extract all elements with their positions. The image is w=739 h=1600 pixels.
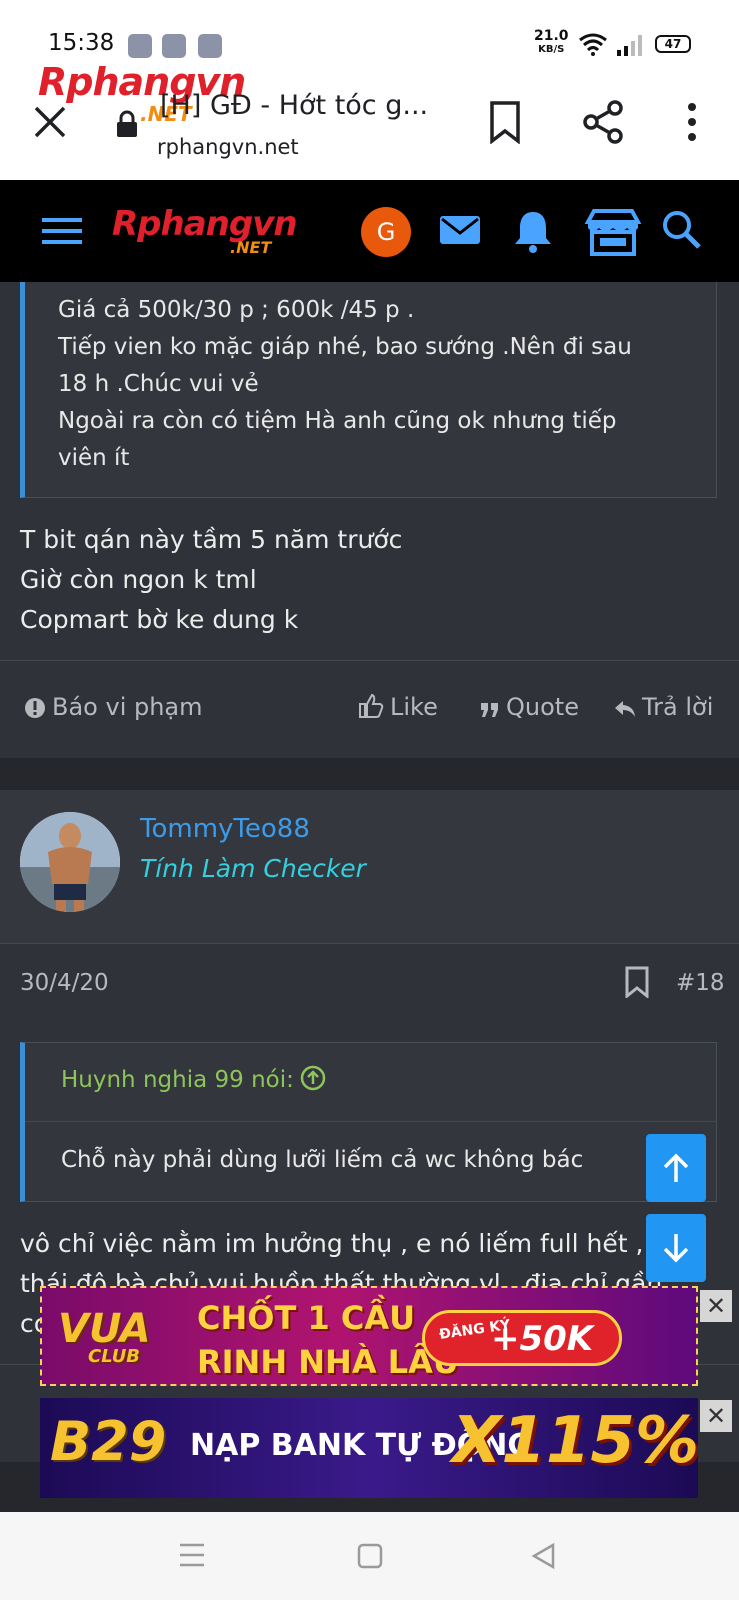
ad-badge: ĐĂNG KÝ +50K — [422, 1310, 622, 1366]
quote-button[interactable]: Quote — [480, 693, 579, 721]
battery-indicator: 47 — [655, 35, 691, 53]
ad-brand: B29 — [50, 1410, 167, 1473]
scroll-to-top-button[interactable] — [646, 1134, 706, 1202]
quote-text: Chỗ này phải dùng lưỡi liếm cả wc không … — [61, 1147, 584, 1173]
back-icon[interactable] — [530, 1542, 558, 1570]
more-options-icon[interactable] — [680, 100, 704, 144]
quote-icon — [481, 703, 498, 717]
ad-close-button[interactable]: ✕ — [700, 1290, 732, 1322]
hamburger-menu-icon[interactable] — [42, 216, 82, 246]
alert-icon — [25, 698, 45, 718]
system-navigation-bar — [0, 1512, 739, 1600]
notification-app-icon — [162, 34, 186, 58]
share-icon[interactable] — [582, 100, 624, 144]
avatar-photo — [20, 812, 120, 912]
status-time: 15:38 — [48, 30, 115, 56]
notification-app-icon — [198, 34, 222, 58]
post-user-block: TommyTeo88 Tính Làm Checker — [0, 790, 739, 944]
arrow-up-circle-icon[interactable] — [300, 1065, 326, 1091]
ad-brand: VUA CLUB — [58, 1306, 151, 1367]
like-button[interactable]: Like — [358, 693, 438, 721]
store-icon[interactable] — [584, 208, 642, 256]
close-icon[interactable] — [30, 102, 70, 142]
ad-close-button[interactable]: ✕ — [700, 1400, 732, 1432]
report-button[interactable]: Báo vi phạm — [24, 693, 203, 721]
quote-text: Giá cả 500k/30 p ; 600k /45 p . Tiếp vie… — [58, 297, 632, 471]
notification-app-icon — [128, 34, 152, 58]
search-icon[interactable] — [660, 208, 702, 250]
user-avatar[interactable]: G — [361, 207, 411, 257]
scroll-to-bottom-button[interactable] — [646, 1214, 706, 1282]
bookmark-icon[interactable] — [624, 966, 650, 998]
ad-promo-value: X115% — [452, 1404, 698, 1478]
post-body: T bit qán này tầm 5 năm trước Giờ còn ng… — [20, 525, 403, 634]
bookmark-icon[interactable] — [488, 100, 522, 144]
thumbs-up-icon — [359, 693, 384, 718]
page-url[interactable]: rphangvn.net — [157, 135, 299, 159]
site-navbar: Rphangvn .NET G — [0, 180, 739, 282]
recent-apps-icon[interactable] — [178, 1542, 206, 1568]
quote-author[interactable]: Huynh nghia 99 nói: — [61, 1065, 326, 1093]
arrow-down-icon — [663, 1234, 689, 1263]
page-title: [H] GĐ - Hớt tóc g... — [160, 90, 429, 121]
username-link[interactable]: TommyTeo88 — [140, 814, 310, 844]
post-meta: 30/4/20 #18 — [0, 944, 739, 1040]
quote-block: Huynh nghia 99 nói: Chỗ này phải dùng lư… — [20, 1042, 717, 1202]
site-logo-suffix: .NET — [230, 238, 272, 257]
ad-headline: CHỐT 1 CẦU RINH NHÀ LẦU — [197, 1299, 459, 1381]
ad-banner-vuaclub[interactable]: VUA CLUB CHỐT 1 CẦU RINH NHÀ LẦU ĐĂNG KÝ… — [40, 1286, 698, 1386]
wifi-icon — [579, 33, 607, 56]
network-speed: 21.0 KB/S — [534, 28, 569, 55]
status-bar: 15:38 21.0 KB/S 47 — [0, 0, 739, 60]
reply-button[interactable]: Trả lời — [614, 693, 713, 721]
user-title: Tính Làm Checker — [140, 854, 366, 883]
post-number[interactable]: #18 — [676, 970, 725, 996]
home-icon[interactable] — [356, 1542, 384, 1570]
browser-toolbar: Rphangvn .NET [H] GĐ - Hớt tóc g... rpha… — [0, 60, 739, 180]
ad-banner-b29[interactable]: B29 NẠP BANK TỰ ĐỘNG X115% — [40, 1398, 698, 1498]
divider — [25, 1121, 717, 1122]
mail-icon[interactable] — [438, 208, 482, 252]
post-actions: Báo vi phạm Like Quote Trả lời — [0, 660, 739, 758]
avatar[interactable] — [20, 812, 120, 912]
lock-icon[interactable] — [116, 110, 138, 138]
post-date[interactable]: 30/4/20 — [20, 970, 109, 996]
arrow-up-icon — [663, 1153, 689, 1182]
reply-icon — [615, 701, 635, 717]
signal-icon — [617, 35, 642, 56]
post-separator — [0, 758, 739, 790]
bell-icon[interactable] — [512, 208, 554, 254]
